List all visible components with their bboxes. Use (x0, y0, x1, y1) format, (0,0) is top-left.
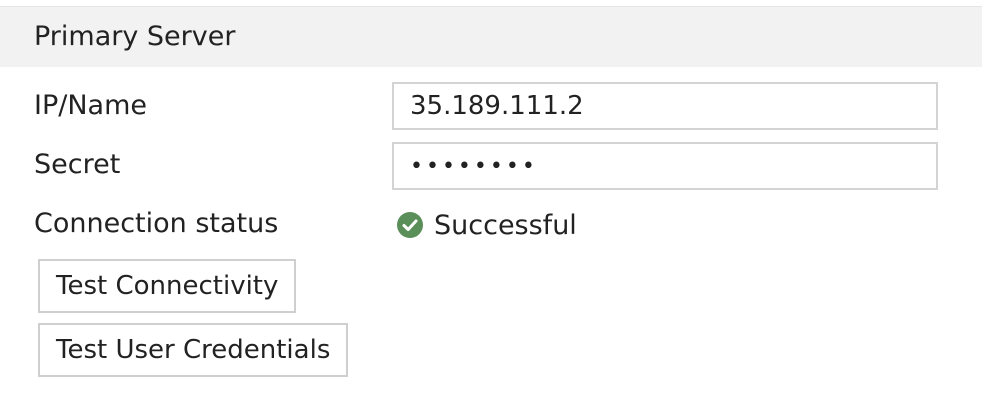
connection-status-text: Successful (434, 209, 577, 241)
secret-input[interactable]: •••••••• (392, 142, 938, 190)
connection-status-label: Connection status (34, 208, 279, 239)
primary-server-panel: Primary Server IP/Name Secret •••••••• C… (0, 0, 982, 408)
test-user-credentials-button[interactable]: Test User Credentials (38, 323, 349, 377)
ip-name-label: IP/Name (34, 90, 147, 121)
ip-name-input[interactable] (392, 82, 938, 130)
connection-status: Successful (396, 208, 577, 242)
test-connectivity-button[interactable]: Test Connectivity (38, 259, 297, 313)
secret-label: Secret (34, 149, 121, 180)
check-circle-icon (396, 211, 424, 239)
section-title: Primary Server (34, 21, 236, 52)
section-header: Primary Server (0, 6, 982, 67)
